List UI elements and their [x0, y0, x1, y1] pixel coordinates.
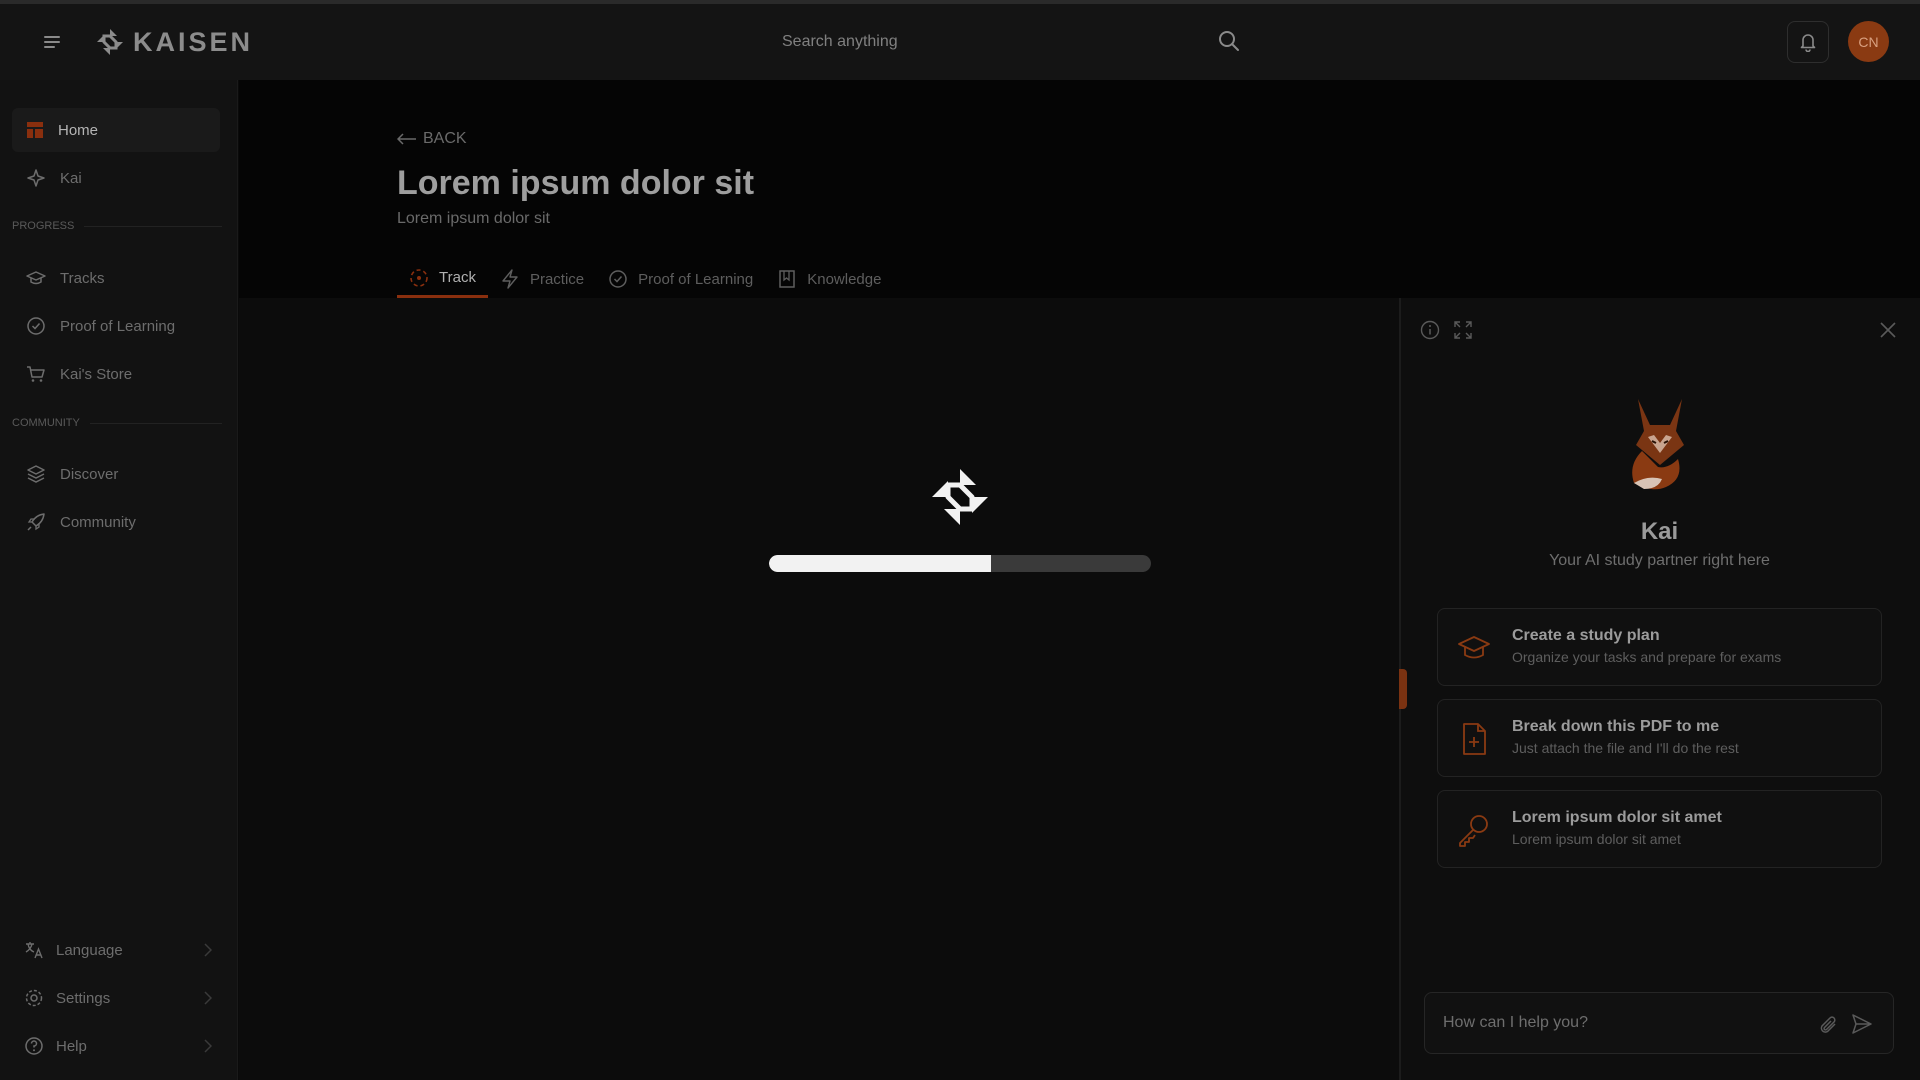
home-icon: [27, 122, 43, 138]
expand-icon[interactable]: [1453, 320, 1473, 340]
tab-knowledge[interactable]: Knowledge: [765, 260, 893, 298]
graduation-cap-icon: [1458, 636, 1490, 659]
sidebar-item-discover[interactable]: Discover: [12, 452, 220, 496]
suggestion-subtitle: Organize your tasks and prepare for exam…: [1512, 649, 1782, 665]
sidebar-item-tracks[interactable]: Tracks: [12, 256, 220, 300]
chevron-right-icon: [204, 991, 212, 1005]
file-plus-icon: [1463, 723, 1486, 755]
kaisen-logo-icon: [97, 29, 123, 55]
sidebar-item-label: Help: [56, 1037, 87, 1055]
sidebar-item-label: Proof of Learning: [60, 317, 176, 335]
sidebar-item-label: Discover: [60, 465, 119, 483]
assistant-tagline: Your AI study partner right here: [1549, 552, 1770, 569]
user-avatar[interactable]: CN: [1848, 21, 1889, 62]
chat-input[interactable]: [1443, 993, 1803, 1053]
sidebar-item-label: Language: [56, 941, 123, 959]
sidebar: Home Kai PROGRESS Tracks Proof of Learni…: [0, 80, 238, 1080]
tab-label: Practice: [529, 270, 585, 288]
suggestion-card-pdf[interactable]: Break down this PDF to me Just attach th…: [1437, 699, 1882, 777]
info-icon[interactable]: [1420, 320, 1440, 340]
check-circle-icon: [609, 270, 627, 288]
sidebar-item-proof-of-learning[interactable]: Proof of Learning: [12, 304, 220, 348]
bolt-icon: [502, 269, 518, 289]
close-icon[interactable]: [1879, 321, 1897, 339]
panel-resize-handle[interactable]: [1399, 669, 1407, 709]
track-icon: [410, 268, 428, 287]
check-circle-icon: [27, 317, 45, 335]
brand-logo[interactable]: KAISEN: [95, 24, 253, 60]
chevron-right-icon: [204, 1039, 212, 1053]
tab-label: Proof of Learning: [638, 270, 754, 288]
sidebar-item-language[interactable]: Language: [12, 930, 212, 970]
sidebar-item-label: Community: [60, 513, 136, 531]
book-icon: [779, 270, 795, 288]
paperclip-icon[interactable]: [1819, 1014, 1839, 1036]
translate-icon: [25, 942, 43, 959]
menu-toggle-button[interactable]: [38, 28, 66, 56]
suggestion-card-lorem[interactable]: Lorem ipsum dolor sit amet Lorem ipsum d…: [1437, 790, 1882, 868]
search-icon[interactable]: [1218, 30, 1240, 52]
section-label-progress: PROGRESS: [12, 220, 222, 232]
section-label-text: PROGRESS: [12, 220, 75, 232]
sidebar-item-kai[interactable]: Kai: [12, 156, 220, 200]
main-content: [239, 298, 1399, 1080]
bell-icon: [1800, 34, 1816, 52]
suggestion-card-study-plan[interactable]: Create a study plan Organize your tasks …: [1437, 608, 1882, 686]
sidebar-item-help[interactable]: Help: [12, 1026, 212, 1066]
sidebar-item-label: Tracks: [60, 269, 105, 287]
graduation-cap-icon: [26, 271, 46, 285]
tab-bar: Track Practice Proof of Learning Knowled…: [397, 260, 893, 298]
sidebar-item-label: Kai: [60, 169, 82, 187]
assistant-name: Kai: [1640, 518, 1679, 545]
send-icon[interactable]: [1851, 1013, 1873, 1035]
brand-name: KAISEN: [133, 26, 254, 57]
tab-track[interactable]: Track: [397, 260, 488, 298]
loading-progress-fill: [769, 555, 991, 572]
suggestion-subtitle: Lorem ipsum dolor sit amet: [1512, 831, 1681, 847]
suggestion-title: Break down this PDF to me: [1512, 718, 1720, 735]
sidebar-item-label: Home: [58, 121, 99, 139]
back-label: BACK: [423, 130, 467, 147]
section-label-text: COMMUNITY: [12, 417, 80, 429]
sidebar-item-community[interactable]: Community: [12, 500, 220, 544]
page-title: Lorem ipsum dolor sit: [397, 164, 755, 202]
kai-fox-mascot-icon: [1632, 399, 1684, 490]
suggestion-subtitle: Just attach the file and I'll do the res…: [1512, 740, 1739, 756]
key-icon: [1459, 815, 1488, 847]
section-label-community: COMMUNITY: [12, 417, 222, 429]
rocket-icon: [27, 513, 45, 531]
search-bar: [770, 18, 1250, 66]
suggestion-title: Create a study plan: [1512, 627, 1660, 644]
arrow-left-icon: [397, 133, 416, 145]
sparkle-icon: [27, 169, 45, 187]
tab-practice[interactable]: Practice: [488, 260, 596, 298]
sidebar-item-home[interactable]: Home: [12, 108, 220, 152]
top-bar: KAISEN CN: [0, 4, 1920, 80]
chat-input-box: [1424, 992, 1894, 1054]
page-subtitle: Lorem ipsum dolor sit: [397, 210, 550, 227]
notifications-button[interactable]: [1787, 21, 1829, 63]
help-icon: [25, 1037, 43, 1055]
loading-spinner-icon: [932, 469, 988, 525]
tab-label: Track: [439, 269, 476, 286]
chevron-right-icon: [204, 943, 212, 957]
loading-progress-bar: [769, 555, 1151, 572]
search-input[interactable]: [770, 18, 1250, 66]
back-link[interactable]: BACK: [397, 130, 467, 148]
sidebar-item-settings[interactable]: Settings: [12, 978, 212, 1018]
layers-icon: [27, 465, 45, 483]
tab-proof-of-learning[interactable]: Proof of Learning: [596, 260, 765, 298]
sidebar-item-label: Settings: [56, 989, 111, 1007]
sidebar-item-label: Kai's Store: [60, 365, 133, 383]
suggestion-title: Lorem ipsum dolor sit amet: [1512, 809, 1722, 826]
cart-icon: [27, 366, 45, 382]
sidebar-item-kais-store[interactable]: Kai's Store: [12, 352, 220, 396]
tab-label: Knowledge: [807, 270, 882, 288]
gear-icon: [25, 989, 43, 1007]
